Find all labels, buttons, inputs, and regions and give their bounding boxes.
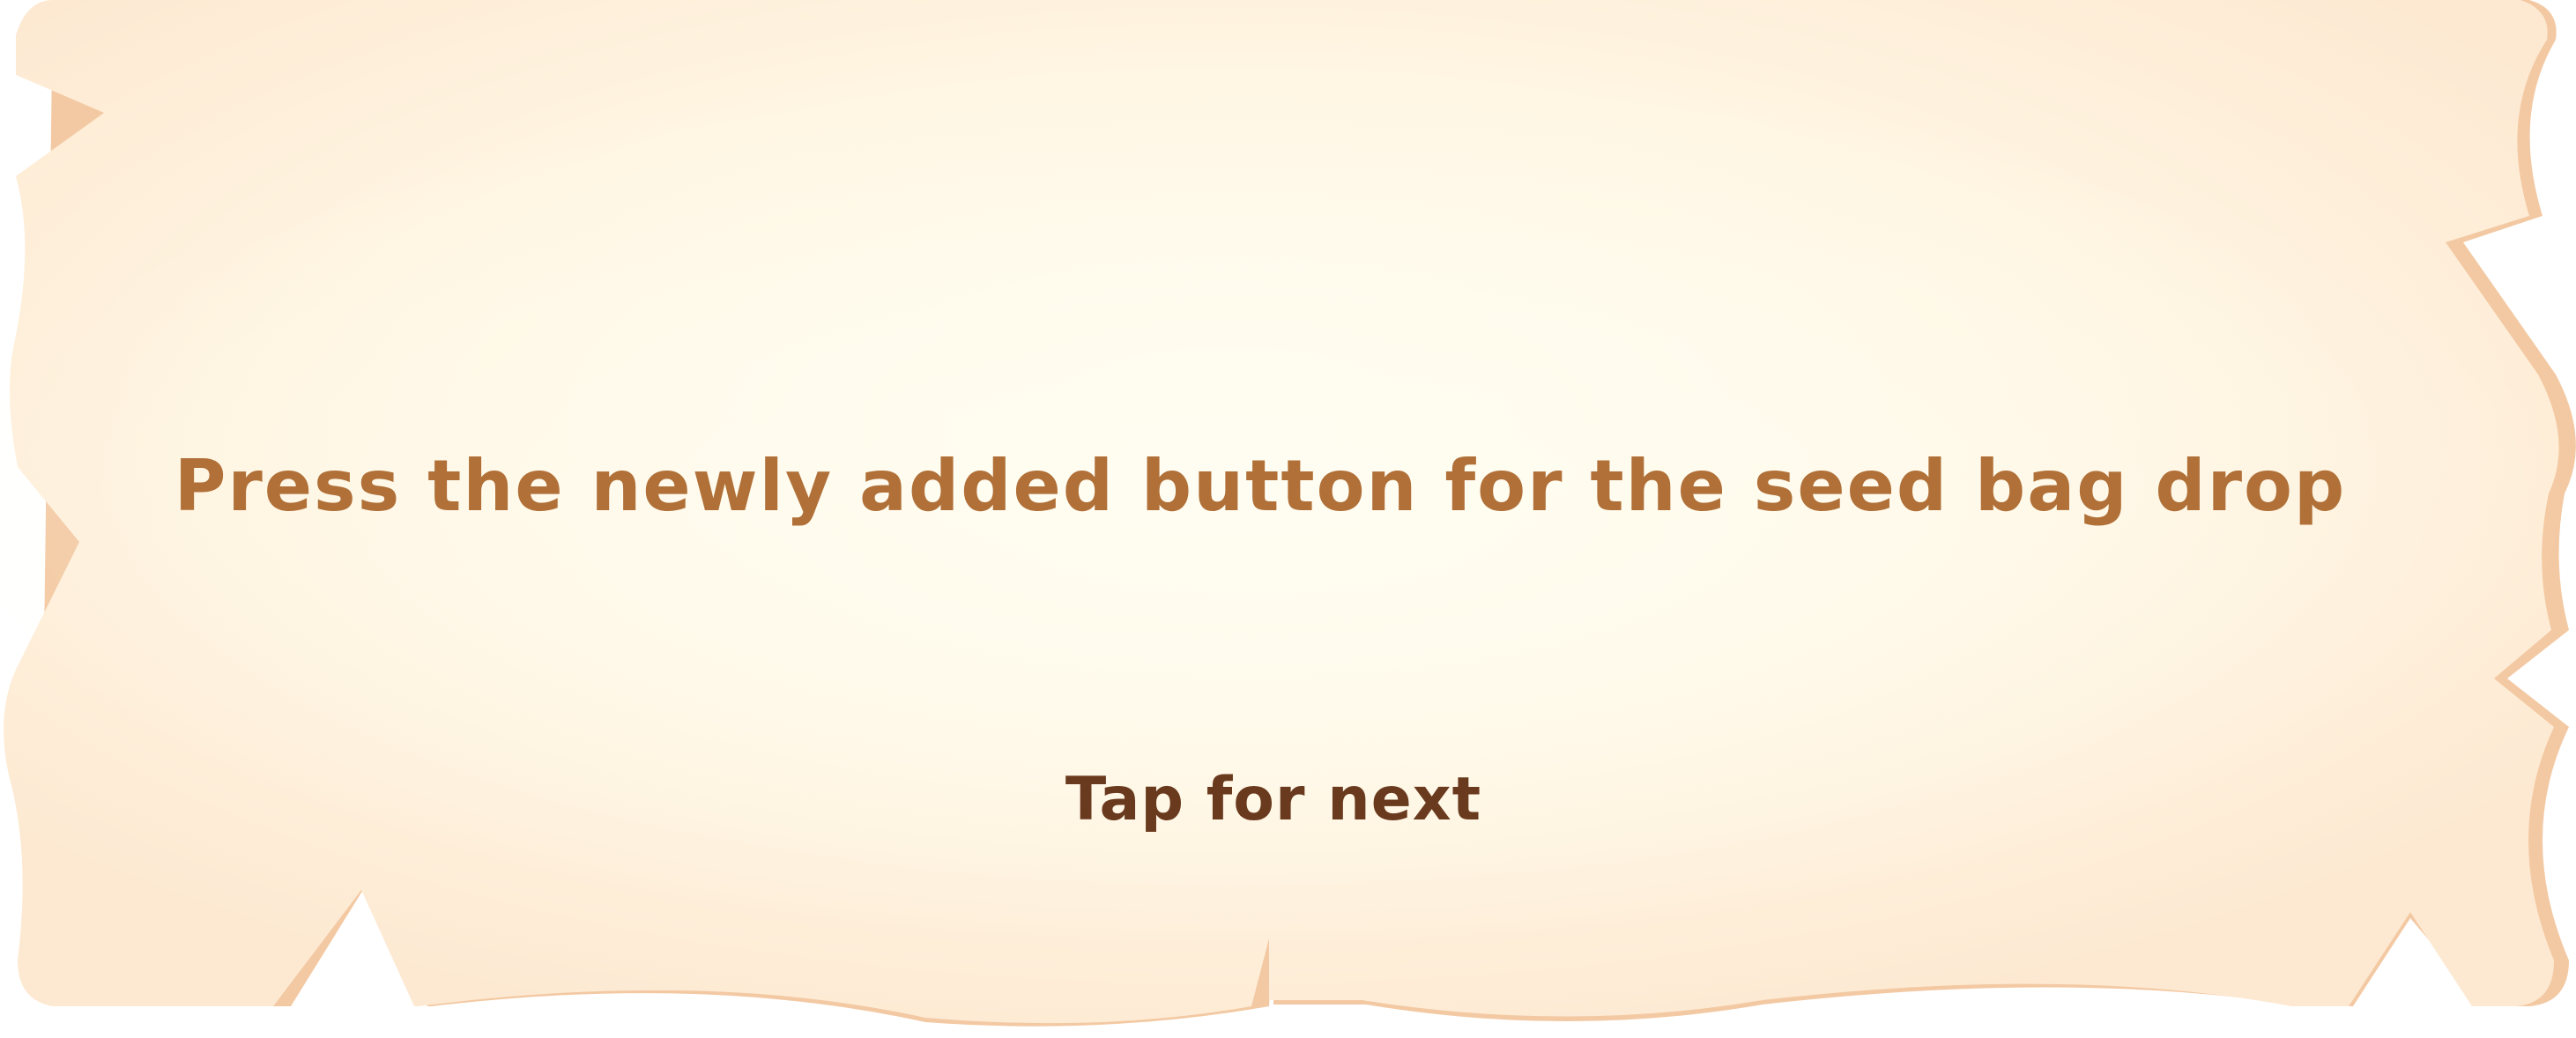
tap-for-next-prompt[interactable]: Tap for next: [0, 765, 2547, 834]
tutorial-message: Press the newly added button for the see…: [174, 445, 2347, 527]
tutorial-dialog[interactable]: Press the newly added button for the see…: [0, 0, 2576, 1038]
